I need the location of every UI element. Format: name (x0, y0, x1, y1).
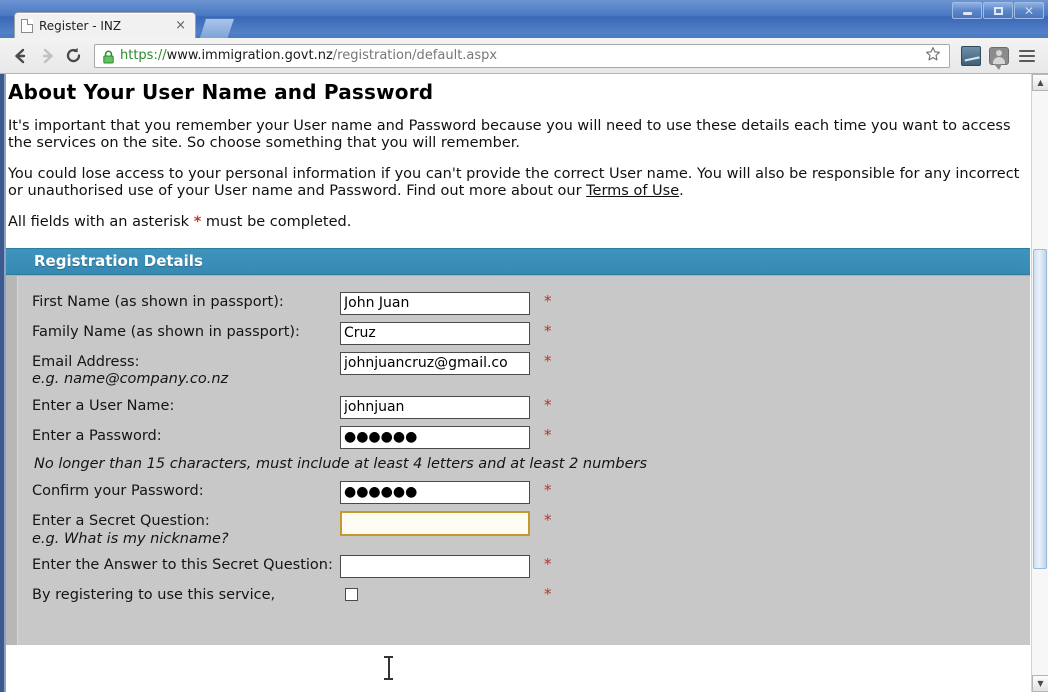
lock-icon (102, 49, 115, 63)
page-scrollbar[interactable]: ▲ ▼ (1031, 74, 1048, 692)
tab-title: Register - INZ (39, 18, 122, 33)
registration-details-header: Registration Details (6, 247, 1030, 275)
reload-icon[interactable] (60, 43, 86, 69)
scroll-up-button[interactable]: ▲ (1032, 74, 1048, 91)
menu-icon[interactable] (1014, 43, 1040, 69)
scroll-down-button[interactable]: ▼ (1032, 675, 1048, 692)
required-marker: * (544, 510, 552, 529)
consent-checkbox[interactable] (345, 588, 358, 602)
chart-extension-icon[interactable] (958, 43, 984, 69)
close-icon[interactable]: × (172, 18, 189, 33)
intro-paragraph-1: It's important that you remember your Us… (8, 118, 1011, 152)
family-name-input[interactable] (340, 321, 530, 345)
paragraph-2-post: . (679, 183, 684, 200)
form-left-gutter (6, 275, 18, 645)
form-row: Email Address: e.g. name@company.co.nz * (32, 351, 1030, 389)
new-tab-button[interactable] (198, 18, 236, 38)
browser-toolbar: https://www.immigration.govt.nz/registra… (0, 38, 1048, 74)
scrollbar-thumb[interactable] (1033, 249, 1047, 569)
email-label: Email Address: e.g. name@company.co.nz (32, 352, 340, 389)
registration-form: First Name (as shown in passport): * Fam… (6, 274, 1030, 645)
secret-answer-input[interactable] (340, 555, 530, 579)
required-marker: * (544, 351, 552, 370)
tab-register-inz[interactable]: Register - INZ × (14, 12, 196, 38)
family-name-label: Family Name (as shown in passport): (32, 323, 300, 340)
email-label-text: Email Address: (32, 353, 140, 370)
url-scheme: https:// (120, 48, 167, 63)
form-row: Family Name (as shown in passport): * (32, 321, 1030, 345)
required-marker: * (544, 480, 552, 499)
page-content: About Your User Name and Password It's i… (6, 74, 1030, 692)
confirm-password-input[interactable] (340, 480, 530, 504)
back-icon[interactable] (8, 43, 34, 69)
form-row: Enter a Password: * (32, 425, 1030, 449)
star-icon[interactable] (921, 46, 945, 66)
asterisk-note-post: must be completed. (201, 214, 352, 231)
url-path: /registration/default.aspx (332, 48, 498, 63)
required-marker: * (544, 395, 552, 414)
page-icon (21, 18, 33, 33)
required-marker: * (544, 555, 552, 574)
form-row: Enter the Answer to this Secret Question… (32, 555, 1030, 579)
email-hint: e.g. name@company.co.nz (32, 371, 229, 388)
browser-window: ✕ Register - INZ × https://www.immigrati… (0, 0, 1048, 692)
first-name-input[interactable] (340, 291, 530, 315)
forward-icon[interactable] (34, 43, 60, 69)
asterisk-note-pre: All fields with an asterisk (8, 214, 194, 231)
password-input[interactable] (340, 425, 530, 449)
tab-strip: Register - INZ × (0, 12, 1048, 38)
first-name-label: First Name (as shown in passport): (32, 293, 284, 310)
password-label: Enter a Password: (32, 427, 162, 444)
required-marker: * (544, 425, 552, 444)
form-row: Enter a Secret Question: e.g. What is my… (32, 510, 1030, 548)
consent-label: By registering to use this service, (32, 587, 276, 604)
paragraph-2-pre: You could lose access to your personal i… (8, 166, 1020, 200)
secret-question-hint: e.g. What is my nickname? (32, 530, 229, 547)
required-marker: * (544, 585, 552, 604)
form-row: Enter a User Name: * (32, 395, 1030, 419)
secret-question-label: Enter a Secret Question: e.g. What is my… (32, 511, 340, 548)
page-title: About Your User Name and Password (8, 80, 434, 104)
required-marker: * (544, 291, 552, 310)
secret-question-label-text: Enter a Secret Question: (32, 512, 210, 529)
url-host: www.immigration.govt.nz (166, 48, 333, 63)
speech-extension-icon[interactable] (986, 43, 1012, 70)
asterisk-note: All fields with an asterisk * must be co… (8, 214, 1024, 231)
email-input[interactable] (340, 351, 530, 375)
terms-of-use-link[interactable]: Terms of Use (586, 183, 679, 199)
username-input[interactable] (340, 395, 530, 419)
section-title: Registration Details (34, 252, 203, 271)
form-row: First Name (as shown in passport): * (32, 291, 1030, 315)
confirm-password-label: Confirm your Password: (32, 482, 204, 499)
page-viewport: About Your User Name and Password It's i… (0, 74, 1048, 692)
form-row: Confirm your Password: * (32, 480, 1030, 504)
secret-answer-label: Enter the Answer to this Secret Question… (32, 557, 333, 574)
secret-question-input[interactable] (340, 510, 530, 536)
consent-row: By registering to use this service, * (32, 585, 1030, 607)
username-label: Enter a User Name: (32, 397, 175, 414)
address-bar[interactable]: https://www.immigration.govt.nz/registra… (94, 43, 950, 68)
url-text: https://www.immigration.govt.nz/registra… (120, 48, 497, 63)
password-rule-note: No longer than 15 characters, must inclu… (34, 455, 648, 472)
intro-paragraph-2: You could lose access to your personal i… (8, 166, 1024, 200)
required-marker: * (544, 321, 552, 340)
